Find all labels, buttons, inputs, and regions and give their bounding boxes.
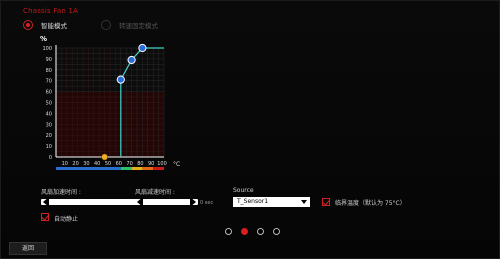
fan-settings-panel: Chassis Fan 1A 智能模式 转速固定模式 % 100 90 80 70 60 5…	[0, 0, 500, 259]
accel-left-arrow-icon[interactable]	[43, 197, 49, 207]
source-value: T_Sensor1	[237, 198, 269, 205]
temp-bar-segment	[131, 167, 143, 170]
x-tick-label: 20	[72, 161, 78, 167]
y-tick-label: 20	[46, 133, 52, 139]
decel-label: 风扇减速时间 :	[135, 189, 175, 196]
y-tick-label: 60	[46, 90, 52, 96]
accel-value: 0 sec	[200, 200, 214, 206]
source-select[interactable]: T_Sensor1	[233, 197, 310, 207]
curve-control-point[interactable]	[116, 75, 125, 84]
chevron-down-icon[interactable]	[301, 200, 307, 204]
decel-right-arrow-icon[interactable]	[190, 197, 196, 207]
current-temp-marker	[101, 153, 108, 161]
page-dot[interactable]	[257, 228, 264, 235]
decel-left-arrow-icon[interactable]	[137, 197, 143, 207]
page-indicator	[225, 228, 280, 235]
curve-control-point[interactable]	[127, 55, 136, 65]
critical-temp-checkbox[interactable]	[322, 198, 330, 206]
y-tick-label: 90	[46, 57, 52, 63]
critical-temp-label: 临界温度（默认为 75°C）	[335, 200, 406, 207]
x-tick-label: 70	[126, 161, 132, 167]
temp-bar-segment	[153, 167, 164, 170]
x-tick-label: 80	[137, 161, 143, 167]
page-dot-active[interactable]	[241, 228, 248, 235]
y-axis-unit: %	[40, 35, 47, 43]
auto-stop-label: 自动静止	[54, 216, 79, 223]
y-tick-label: 10	[46, 144, 52, 150]
y-tick-label: 80	[46, 68, 52, 74]
x-tick-label: 40	[94, 161, 100, 167]
y-tick-label: 0	[49, 155, 52, 161]
y-tick-label: 40	[46, 111, 52, 117]
x-tick-label: 90	[148, 161, 154, 167]
x-tick-label: 100	[157, 161, 167, 167]
auto-stop-checkbox[interactable]	[41, 213, 49, 221]
x-axis-unit: °C	[173, 161, 180, 168]
accel-label: 风扇加速时间 :	[41, 189, 81, 196]
y-tick-label: 100	[42, 46, 52, 52]
y-tick-label: 30	[46, 122, 52, 128]
decel-slider[interactable]	[135, 197, 198, 207]
x-tick-label: 10	[62, 161, 68, 167]
y-tick-label: 70	[46, 79, 52, 85]
temp-bar-segment	[56, 167, 121, 170]
x-tick-label: 60	[116, 161, 122, 167]
back-button[interactable]: 返回	[9, 242, 47, 255]
page-dot[interactable]	[273, 228, 280, 235]
x-tick-label: 50	[105, 161, 111, 167]
x-tick-label: 30	[83, 161, 89, 167]
temp-bar-segment	[142, 167, 154, 170]
temp-bar-segment	[120, 167, 132, 170]
source-label: Source	[233, 187, 254, 194]
curve-control-point[interactable]	[138, 43, 147, 53]
y-tick-label: 50	[46, 101, 52, 107]
page-dot[interactable]	[225, 228, 232, 235]
